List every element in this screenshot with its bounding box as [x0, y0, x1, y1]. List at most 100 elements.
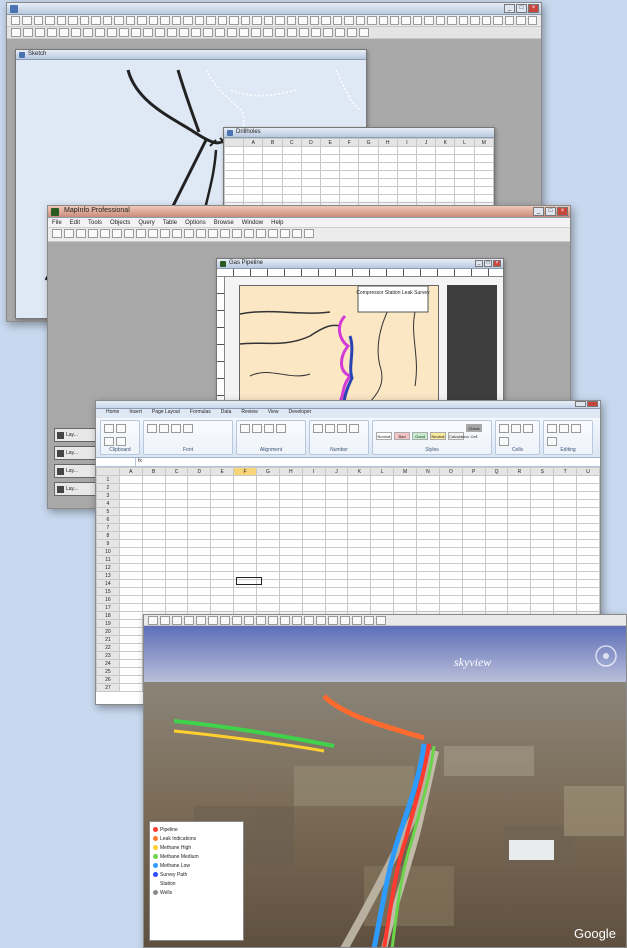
toolbar-button[interactable]: [112, 229, 122, 238]
sheet-cell[interactable]: [438, 539, 463, 548]
sheet-cell[interactable]: [438, 563, 463, 572]
sheet-cell[interactable]: [416, 555, 440, 564]
sheet-cell[interactable]: [507, 523, 532, 532]
sheet-cell[interactable]: [393, 523, 418, 532]
sheet-cell[interactable]: [210, 499, 235, 508]
table-cell[interactable]: [223, 162, 245, 171]
sheet-row[interactable]: 11: [96, 555, 600, 564]
table-cell[interactable]: [377, 162, 398, 171]
column-header[interactable]: S: [530, 467, 555, 476]
sheet-cell[interactable]: [393, 515, 418, 524]
sheet-cell[interactable]: [278, 475, 303, 484]
table-cell[interactable]: [262, 194, 283, 203]
table-cell[interactable]: [416, 162, 437, 171]
sheet-cell[interactable]: [347, 539, 372, 548]
sheet-cell[interactable]: [576, 515, 600, 524]
sheet-cell[interactable]: [393, 555, 418, 564]
sheet-cell[interactable]: [256, 603, 280, 612]
ribbon-button[interactable]: [325, 424, 335, 433]
toolbar-button[interactable]: [435, 16, 446, 25]
toolbar-button[interactable]: [160, 616, 170, 625]
toolbar-button[interactable]: [100, 229, 110, 238]
sheet-cell[interactable]: [347, 603, 372, 612]
sheet-cell[interactable]: [393, 587, 418, 596]
sheet-cell[interactable]: [576, 587, 600, 596]
sheet-cell[interactable]: [461, 579, 486, 588]
table-cell[interactable]: [281, 194, 302, 203]
sheet-cell[interactable]: [393, 579, 418, 588]
ribbon-button[interactable]: [183, 424, 193, 433]
sheet-cell[interactable]: [278, 539, 303, 548]
toolbar-button[interactable]: [137, 16, 147, 25]
sheet-cell[interactable]: [530, 547, 555, 556]
sheet-cell[interactable]: [210, 563, 235, 572]
ribbon-button[interactable]: [337, 424, 347, 433]
column-header[interactable]: B: [262, 138, 283, 147]
sheet-cell[interactable]: [141, 603, 166, 612]
sheet-cell[interactable]: [393, 571, 418, 580]
toolbar-button[interactable]: [76, 229, 86, 238]
toolbar-button[interactable]: [95, 28, 105, 37]
sheet-cell[interactable]: [118, 475, 143, 484]
table-cell[interactable]: [396, 178, 418, 187]
toolbar-button[interactable]: [107, 28, 117, 37]
toolbar-button[interactable]: [244, 229, 254, 238]
sheet-cell[interactable]: [530, 507, 555, 516]
sheet-cell[interactable]: [370, 539, 395, 548]
sheet-cell[interactable]: [347, 579, 372, 588]
ribbon-tab[interactable]: Insert: [129, 409, 142, 418]
sheet-cell[interactable]: [347, 515, 372, 524]
sheet-cell[interactable]: [141, 555, 166, 564]
toolbar-button[interactable]: [311, 28, 321, 37]
sheet-cell[interactable]: [233, 507, 258, 516]
table-cell[interactable]: [416, 194, 437, 203]
sheet-cell[interactable]: [438, 475, 463, 484]
ribbon-button[interactable]: [147, 424, 157, 433]
sheet-cell[interactable]: [461, 555, 486, 564]
sheet-cell[interactable]: [507, 571, 532, 580]
sheet-cell[interactable]: [256, 555, 280, 564]
toolbar-button[interactable]: [171, 16, 182, 25]
sheet-cell[interactable]: [530, 491, 555, 500]
sheet-cell[interactable]: [187, 475, 212, 484]
sheet-cell[interactable]: [553, 547, 578, 556]
sheet-row[interactable]: 12: [96, 563, 600, 572]
toolbar-button[interactable]: [335, 28, 345, 37]
toolbar-button[interactable]: [287, 28, 297, 37]
table-cell[interactable]: [435, 162, 456, 171]
column-header[interactable]: E: [320, 138, 341, 147]
sheet-cell[interactable]: [187, 539, 212, 548]
table-cell[interactable]: [396, 154, 418, 163]
sheet-cell[interactable]: [118, 595, 143, 604]
sheet-cell[interactable]: [461, 499, 486, 508]
sheet-cell[interactable]: [416, 579, 440, 588]
sheet-cell[interactable]: [256, 507, 280, 516]
column-header[interactable]: E: [210, 467, 235, 476]
sheet-cell[interactable]: [553, 595, 578, 604]
sheet-row[interactable]: 1: [96, 475, 600, 484]
sheet-cell[interactable]: [438, 579, 463, 588]
sheet-cell[interactable]: [530, 595, 555, 604]
sheet-cell[interactable]: [393, 483, 418, 492]
table-cell[interactable]: [320, 178, 341, 187]
sheet-cell[interactable]: [553, 579, 578, 588]
sheet-cell[interactable]: [461, 595, 486, 604]
sheet-cell[interactable]: [324, 475, 349, 484]
table-cell[interactable]: [358, 170, 379, 179]
toolbar-button[interactable]: [229, 16, 239, 25]
sheet-cell[interactable]: [576, 499, 600, 508]
sheet-cell[interactable]: [118, 491, 143, 500]
sheet-cell[interactable]: [370, 507, 395, 516]
sheet-cell[interactable]: [530, 603, 555, 612]
sheet-cell[interactable]: [164, 531, 189, 540]
menu-item[interactable]: Options: [185, 220, 206, 226]
column-header[interactable]: [96, 467, 120, 476]
sheet-cell[interactable]: [461, 547, 486, 556]
table-cell[interactable]: [435, 186, 456, 195]
mapinfo-titlebar[interactable]: MapInfo Professional _ □ ×: [48, 206, 570, 218]
sheet-cell[interactable]: [553, 603, 578, 612]
table-cell[interactable]: [262, 146, 283, 155]
sheet-cell[interactable]: [118, 579, 143, 588]
table-cell[interactable]: [262, 170, 283, 179]
table-cell[interactable]: [223, 194, 245, 203]
